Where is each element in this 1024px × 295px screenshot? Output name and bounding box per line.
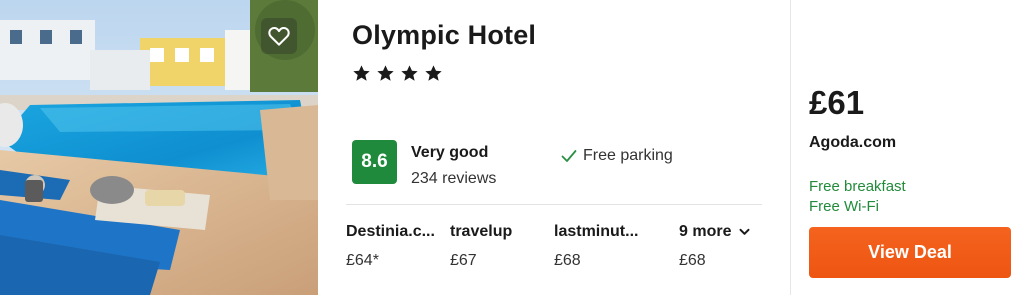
star-icon xyxy=(425,65,442,81)
chevron-down-icon xyxy=(739,228,750,235)
provider-name: Destinia.c... xyxy=(346,223,435,240)
hotel-result-card: Olympic Hotel 8.6 Very good 234 reviews … xyxy=(0,0,1024,295)
star-icon xyxy=(377,65,394,81)
star-rating xyxy=(352,64,443,83)
provider-name: lastminut... xyxy=(554,223,639,240)
provider-option[interactable]: lastminut... £68 xyxy=(554,223,638,270)
amenity-label: Free parking xyxy=(583,147,673,164)
panel-divider xyxy=(790,0,791,295)
favorite-button[interactable] xyxy=(261,18,297,54)
perk-free-breakfast: Free breakfast xyxy=(809,178,906,195)
perk-free-wifi: Free Wi-Fi xyxy=(809,198,879,215)
divider xyxy=(346,204,762,205)
view-deal-button[interactable]: View Deal xyxy=(809,227,1011,278)
more-providers-price: £68 xyxy=(679,252,706,269)
provider-name: travelup xyxy=(450,223,513,240)
hotel-name[interactable]: Olympic Hotel xyxy=(352,20,536,51)
star-icon xyxy=(401,65,418,81)
heart-icon xyxy=(268,26,290,46)
review-count[interactable]: 234 reviews xyxy=(411,170,496,188)
provider-option[interactable]: travelup £67 xyxy=(450,223,512,270)
hotel-photo[interactable] xyxy=(0,0,318,295)
rating-label: Very good xyxy=(411,144,489,161)
star-icon xyxy=(353,65,370,81)
provider-price: £67 xyxy=(450,252,477,269)
check-icon xyxy=(561,150,577,162)
more-providers-label: 9 more xyxy=(679,223,732,240)
more-providers-button[interactable]: 9 more xyxy=(679,223,750,241)
rating-score-badge[interactable]: 8.6 xyxy=(352,140,397,184)
more-providers[interactable]: 9 more £68 xyxy=(679,223,750,270)
deal-price: £61 xyxy=(809,84,865,121)
provider-option[interactable]: Destinia.c... £64* xyxy=(346,223,435,270)
amenity-free-parking: Free parking xyxy=(561,147,673,165)
provider-price: £64* xyxy=(346,252,379,269)
deal-provider: Agoda.com xyxy=(809,134,897,151)
provider-price: £68 xyxy=(554,252,581,269)
